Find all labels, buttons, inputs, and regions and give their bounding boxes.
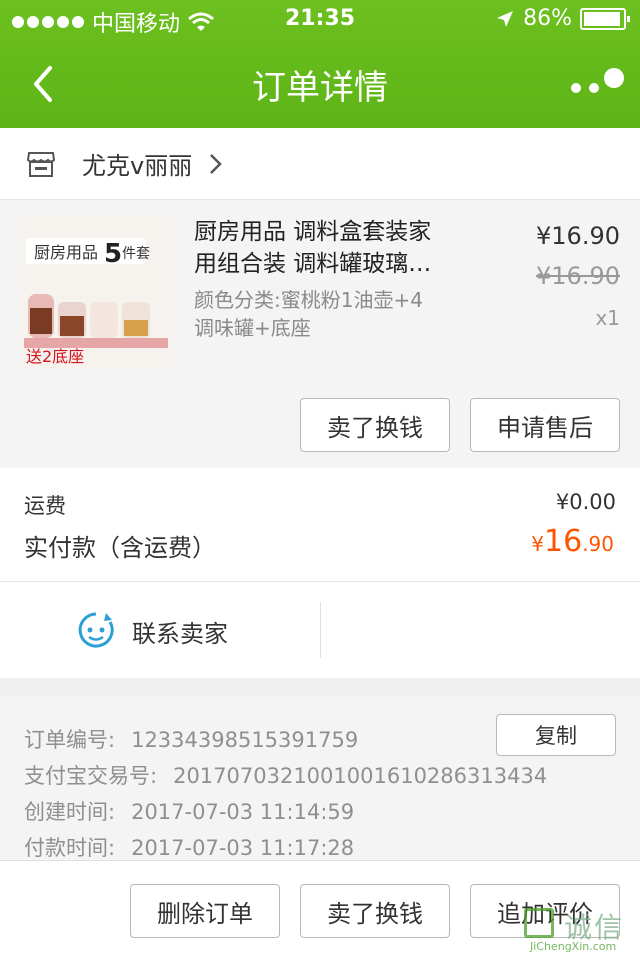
nav-bar: 订单详情 <box>0 40 640 128</box>
image-caption-a: 厨房用品 <box>34 243 98 262</box>
page-title: 订单详情 <box>252 68 388 108</box>
product-quantity: x1 <box>595 306 620 330</box>
contact-seller-button[interactable]: 联系卖家 <box>132 614 228 649</box>
paid-label: 实付款（含运费） <box>24 534 216 562</box>
delete-order-button[interactable]: 删除订单 <box>130 884 280 938</box>
fee-summary: 运费 ¥0.00 实付款（含运费） ¥16.90 <box>0 468 640 582</box>
store-icon <box>26 151 56 177</box>
shipping-value: ¥0.00 <box>555 490 616 514</box>
alipay-row: 支付宝交易号: 2017070321001001610286313434 <box>24 764 548 788</box>
product-price: ¥16.90 <box>536 222 620 250</box>
chevron-right-icon <box>210 153 222 174</box>
copy-button[interactable]: 复制 <box>496 714 616 756</box>
order-number-row: 订单编号: 12334398515391759 <box>24 728 359 752</box>
image-caption-bottom: 送2底座 <box>26 347 84 366</box>
original-price: ¥16.90 <box>536 262 620 290</box>
paid-time-row: 付款时间: 2017-07-03 11:17:28 <box>24 836 355 860</box>
divider <box>320 602 321 658</box>
sell-button[interactable]: 卖了换钱 <box>300 884 450 938</box>
shop-row[interactable]: 尤克v丽丽 <box>0 128 640 200</box>
contact-bar: 联系卖家 <box>0 582 640 678</box>
created-time: 2017-07-03 11:14:59 <box>131 800 355 824</box>
watermark: 诚信 JiChengXin.com <box>520 906 638 958</box>
product-title: 厨房用品 调料盒套装家 用组合装 调料罐玻璃… <box>194 219 432 277</box>
battery-percent: 86% <box>523 6 572 31</box>
battery-icon <box>580 7 630 30</box>
shop-name: 尤克v丽丽 <box>82 152 193 180</box>
image-caption-b: 5 <box>104 239 122 269</box>
created-time-row: 创建时间: 2017-07-03 11:14:59 <box>24 800 355 824</box>
shipping-label: 运费 <box>24 494 66 518</box>
more-dots-icon[interactable] <box>568 64 628 104</box>
image-caption-c: 件套 <box>122 246 150 262</box>
product-card[interactable]: 厨房用品 5 件套 送2底座 厨房用品 调料盒套装家 用组合装 调料罐玻璃… 颜… <box>0 200 640 468</box>
status-bar: 中国移动 21:35 86% <box>0 0 640 40</box>
product-image[interactable]: 厨房用品 5 件套 送2底座 <box>20 216 172 368</box>
chat-face-icon <box>78 612 114 648</box>
location-arrow-icon <box>497 10 514 27</box>
order-info: 订单编号: 12334398515391759 复制 支付宝交易号: 2017070… <box>0 696 640 860</box>
alipay-number: 2017070321001001610286313434 <box>173 764 548 788</box>
paid-time: 2017-07-03 11:17:28 <box>131 836 355 860</box>
app-header: 中国移动 21:35 86% 订单详情 <box>0 0 640 128</box>
product-spec: 颜色分类:蜜桃粉1油壶+4 调味罐+底座 <box>194 288 423 340</box>
watermark-logo-icon <box>524 908 554 938</box>
sell-item-button[interactable]: 卖了换钱 <box>300 398 450 452</box>
order-number: 12334398515391759 <box>131 728 359 752</box>
after-sale-button[interactable]: 申请售后 <box>470 398 620 452</box>
paid-amount: ¥16.90 <box>531 524 614 559</box>
